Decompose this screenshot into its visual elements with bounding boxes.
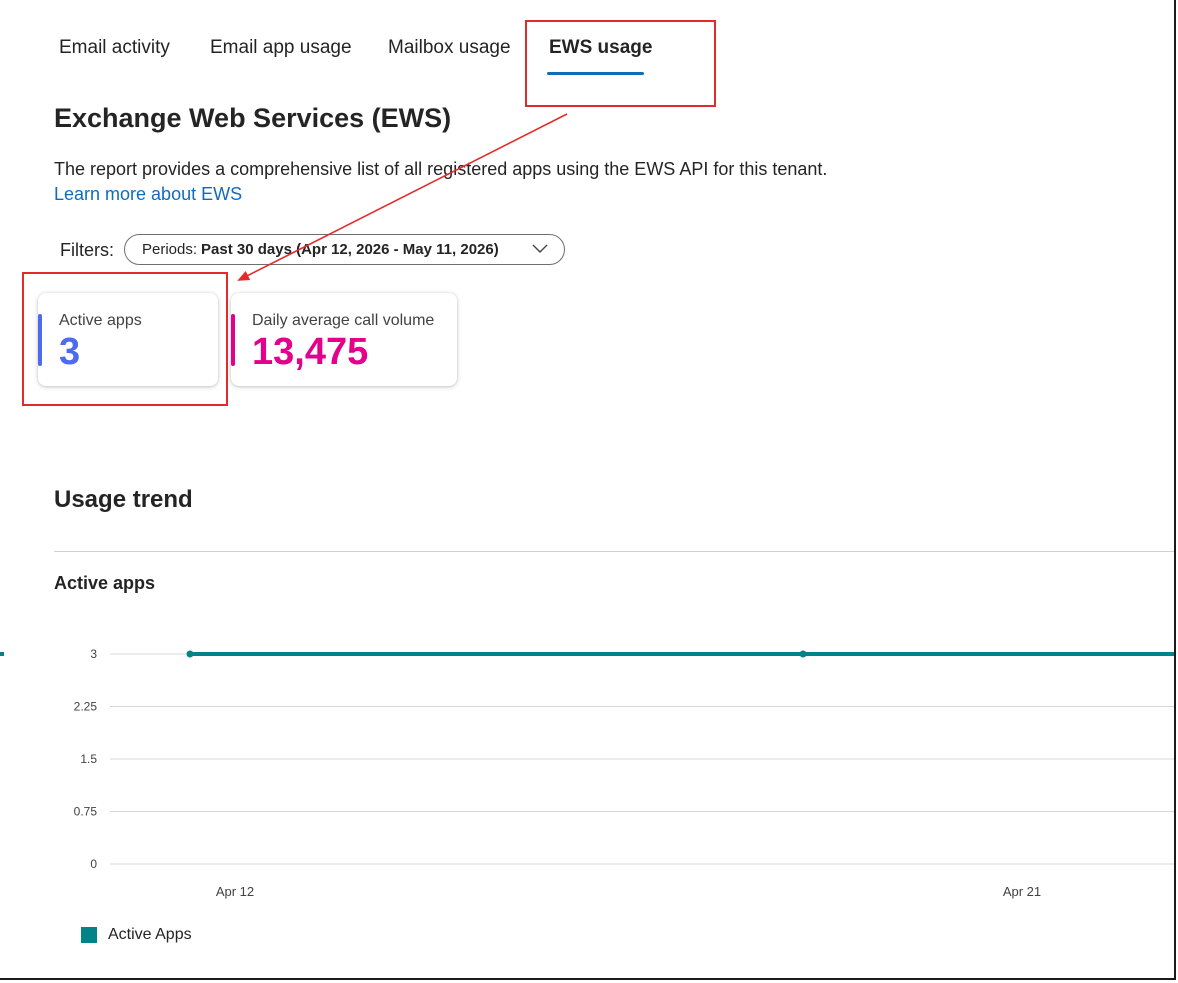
legend-label: Active Apps bbox=[108, 926, 192, 943]
y-tick-label: 0 bbox=[90, 857, 97, 871]
data-point[interactable] bbox=[186, 650, 194, 658]
annotation-arrow bbox=[237, 113, 568, 281]
x-tick-label: Apr 21 bbox=[1003, 884, 1041, 899]
chart-svg: 3 2.25 1.5 0.75 0 Apr 12 Apr 21 bbox=[0, 113, 1174, 899]
y-tick-label: 1.5 bbox=[80, 752, 97, 766]
x-tick-label: Apr 12 bbox=[216, 884, 254, 899]
y-tick-label: 0.75 bbox=[74, 805, 98, 819]
legend-swatch bbox=[81, 927, 97, 943]
data-point[interactable] bbox=[799, 650, 807, 658]
y-tick-label: 3 bbox=[90, 647, 97, 661]
y-tick-label: 2.25 bbox=[74, 700, 98, 714]
chart-legend[interactable]: Active Apps bbox=[81, 926, 192, 944]
